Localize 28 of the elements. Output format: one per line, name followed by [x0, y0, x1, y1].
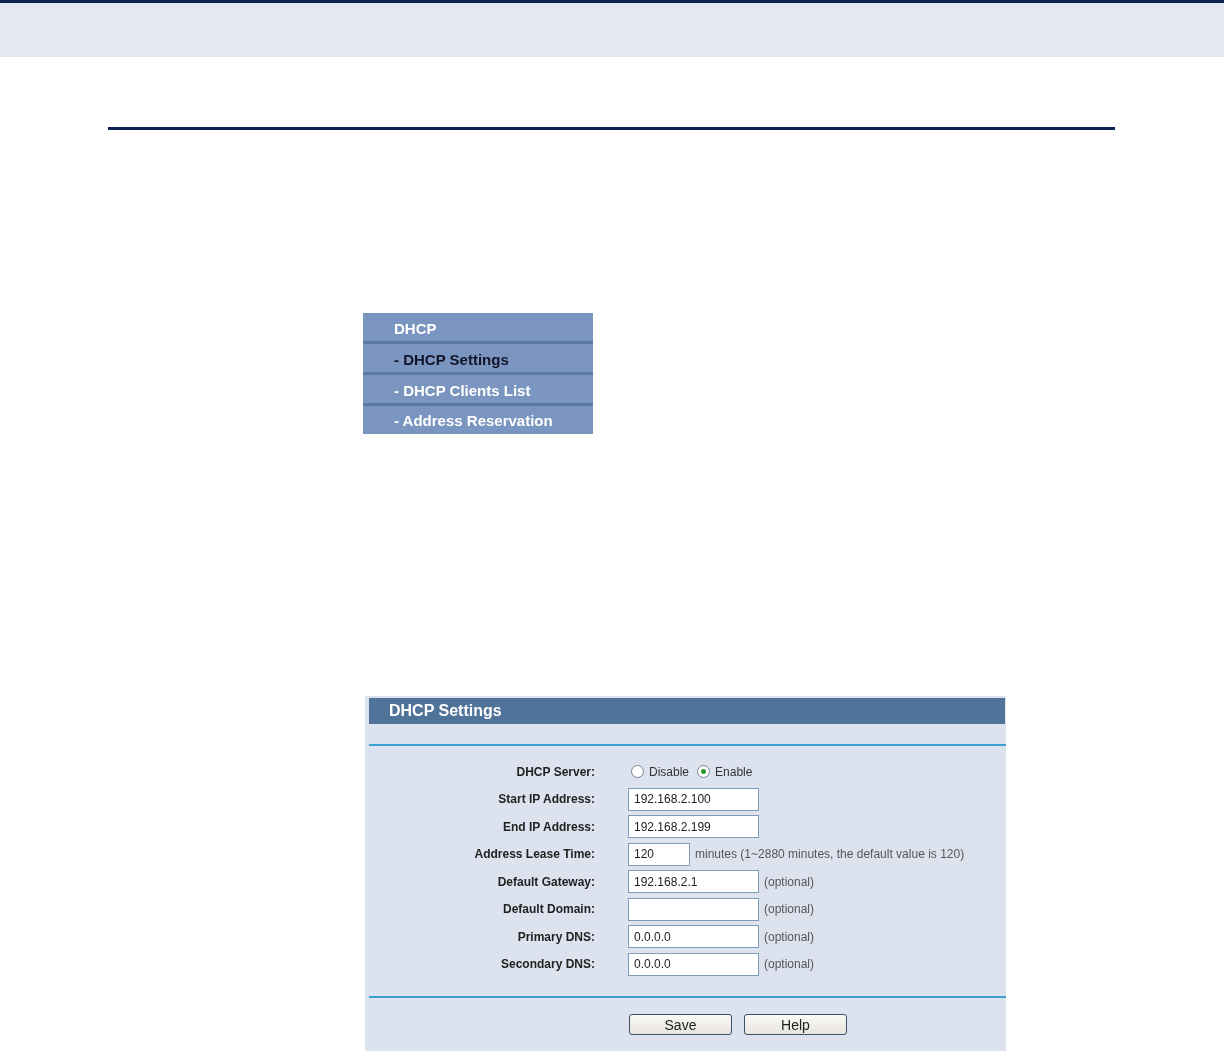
hint-text: (optional) — [764, 901, 815, 919]
input-field[interactable]: 192.168.2.100 — [628, 787, 759, 811]
panel-title: DHCP Settings — [369, 698, 1005, 724]
field-label: Primary DNS: — [516, 928, 595, 946]
field-label: Address Lease Time: — [473, 846, 595, 864]
field-label: DHCP Server: — [515, 763, 595, 781]
input-field[interactable]: 0.0.0.0 — [628, 952, 759, 976]
input-field[interactable]: 120 — [628, 842, 690, 866]
radio-button[interactable] — [697, 765, 711, 779]
field-label: End IP Address: — [501, 818, 595, 836]
radio-button[interactable] — [631, 765, 644, 779]
hint-text: (optional) — [764, 956, 815, 974]
menu-item[interactable]: - DHCP Settings — [363, 344, 593, 375]
input-field[interactable]: 192.168.2.199 — [628, 815, 759, 839]
input-field[interactable] — [628, 897, 759, 921]
field-label: Default Gateway: — [496, 873, 595, 891]
radio-label: Enable — [715, 763, 753, 781]
input-field[interactable]: 0.0.0.0 — [628, 925, 759, 949]
help-button[interactable]: Save — [629, 1014, 732, 1035]
help-button[interactable]: Help — [744, 1014, 847, 1035]
radio-label: Disable — [649, 763, 690, 781]
input-field[interactable]: 192.168.2.1 — [628, 870, 759, 894]
field-label: Start IP Address: — [497, 791, 595, 809]
hint-text: minutes (1~2880 minutes, the default value is 120) — [695, 846, 965, 864]
hint-text: (optional) — [764, 928, 815, 946]
field-label: Default Domain: — [502, 901, 595, 919]
field-label: Secondary DNS: — [499, 956, 595, 974]
hint-text: (optional) — [764, 873, 815, 891]
